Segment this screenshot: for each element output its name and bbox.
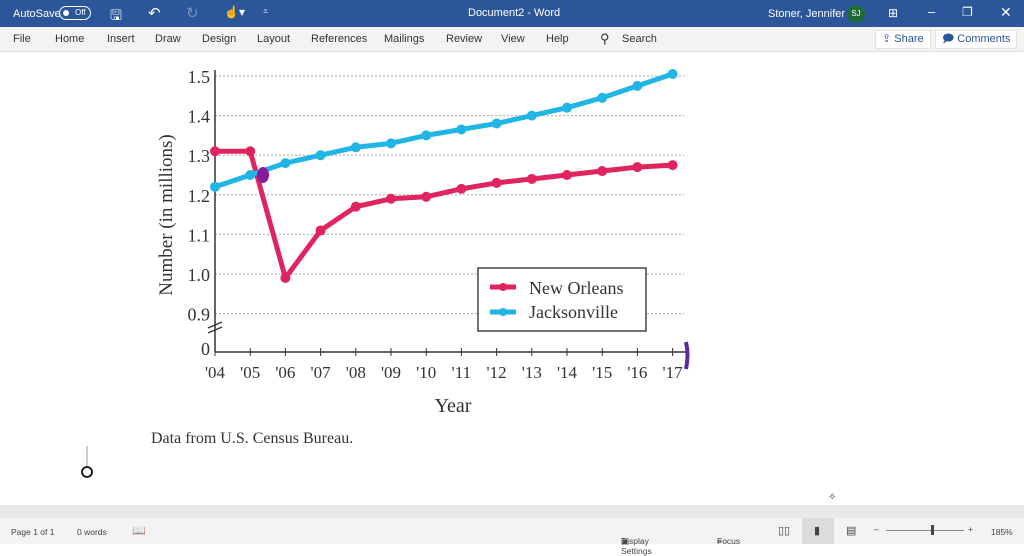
point-new-orleans — [562, 170, 572, 180]
word-count[interactable]: 0 words — [77, 527, 107, 537]
point-jacksonville — [350, 142, 361, 153]
read-mode-icon[interactable]: ▯▯ — [778, 524, 790, 537]
legend-label-new-orleans: New Orleans — [529, 278, 623, 298]
page-count[interactable]: Page 1 of 1 — [11, 527, 54, 537]
page-gap — [0, 505, 1024, 518]
point-jacksonville — [526, 110, 537, 121]
point-jacksonville — [491, 118, 502, 129]
point-new-orleans — [667, 160, 678, 171]
y-tick-label: 1.5 — [188, 67, 211, 87]
x-tick-label: '13 — [522, 363, 542, 382]
y-tick-label: 1.2 — [188, 186, 211, 206]
point-new-orleans — [245, 146, 256, 157]
y-axis-label: Number (in millions) — [156, 134, 177, 295]
x-tick-label: '11 — [452, 363, 471, 382]
point-jacksonville — [562, 102, 572, 113]
x-tick-label: '16 — [627, 363, 647, 382]
point-jacksonville — [667, 69, 678, 80]
x-tick-label: '12 — [487, 363, 507, 382]
y-tick-label: 1.4 — [188, 107, 211, 127]
point-jacksonville — [632, 80, 643, 91]
zoom-out-button[interactable]: – — [874, 524, 879, 534]
y-tick-label: 0 — [201, 339, 210, 359]
x-tick-label: '07 — [311, 363, 332, 382]
web-layout-icon[interactable]: ▤ — [846, 524, 856, 537]
legend: New Orleans Jacksonville — [477, 267, 647, 332]
y-tick-label: 1.0 — [188, 265, 211, 285]
point-jacksonville — [245, 170, 256, 180]
x-tick-label: '08 — [346, 363, 366, 382]
sparkle-cursor-icon: ✧ — [828, 492, 836, 503]
status-bar: Page 1 of 1 0 words 📖 ▣ Display Settings… — [0, 518, 1024, 556]
x-axis-label: Year — [435, 395, 472, 417]
x-tick-label: '10 — [416, 363, 436, 382]
x-tick-label: '15 — [592, 363, 612, 382]
pen-cursor-icon — [81, 466, 93, 478]
point-new-orleans — [456, 183, 467, 194]
x-tick-label: '05 — [240, 363, 260, 382]
x-tick-label: '17 — [663, 363, 684, 382]
zoom-slider[interactable] — [886, 530, 964, 531]
point-jacksonville — [210, 181, 220, 192]
zoom-in-button[interactable]: + — [968, 524, 973, 534]
point-new-orleans — [632, 162, 643, 173]
point-jacksonville — [315, 150, 326, 161]
population-chart: 0 0.9 1.0 1.1 1.2 1.3 1.4 1.5 '04 '05 '06 '07 '08 '09… — [81, 67, 836, 503]
ink-stroke-annotation[interactable] — [684, 341, 690, 370]
point-new-orleans — [280, 272, 291, 283]
zoom-level[interactable]: 185% — [991, 527, 1013, 537]
ink-dot-annotation[interactable] — [257, 167, 269, 183]
point-jacksonville — [456, 124, 467, 135]
point-new-orleans — [350, 201, 361, 212]
point-new-orleans — [491, 177, 502, 188]
x-tick-label: '14 — [557, 363, 578, 382]
zoom-slider-thumb[interactable] — [931, 525, 934, 535]
point-jacksonville — [386, 138, 396, 149]
print-layout-icon: ▮ — [814, 525, 821, 537]
chart-source-note: Data from U.S. Census Bureau. — [151, 430, 353, 447]
point-jacksonville — [597, 92, 608, 103]
point-new-orleans — [386, 193, 396, 204]
point-jacksonville — [421, 130, 432, 141]
y-tick-label: 1.3 — [188, 146, 211, 166]
x-tick-label: '09 — [381, 363, 401, 382]
x-tick-label: '06 — [275, 363, 295, 382]
point-new-orleans — [597, 166, 608, 177]
point-new-orleans — [210, 146, 220, 157]
x-tick-label: '04 — [205, 363, 226, 382]
proofing-icon[interactable]: 📖 — [132, 524, 146, 537]
y-tick-label: 1.1 — [188, 225, 211, 245]
y-tick-label: 0.9 — [188, 305, 211, 325]
point-new-orleans — [526, 173, 537, 184]
point-new-orleans — [315, 225, 326, 236]
print-layout-button[interactable]: ▮ — [802, 518, 834, 544]
point-jacksonville — [280, 158, 291, 169]
point-new-orleans — [421, 191, 432, 202]
legend-label-jacksonville: Jacksonville — [529, 302, 618, 322]
